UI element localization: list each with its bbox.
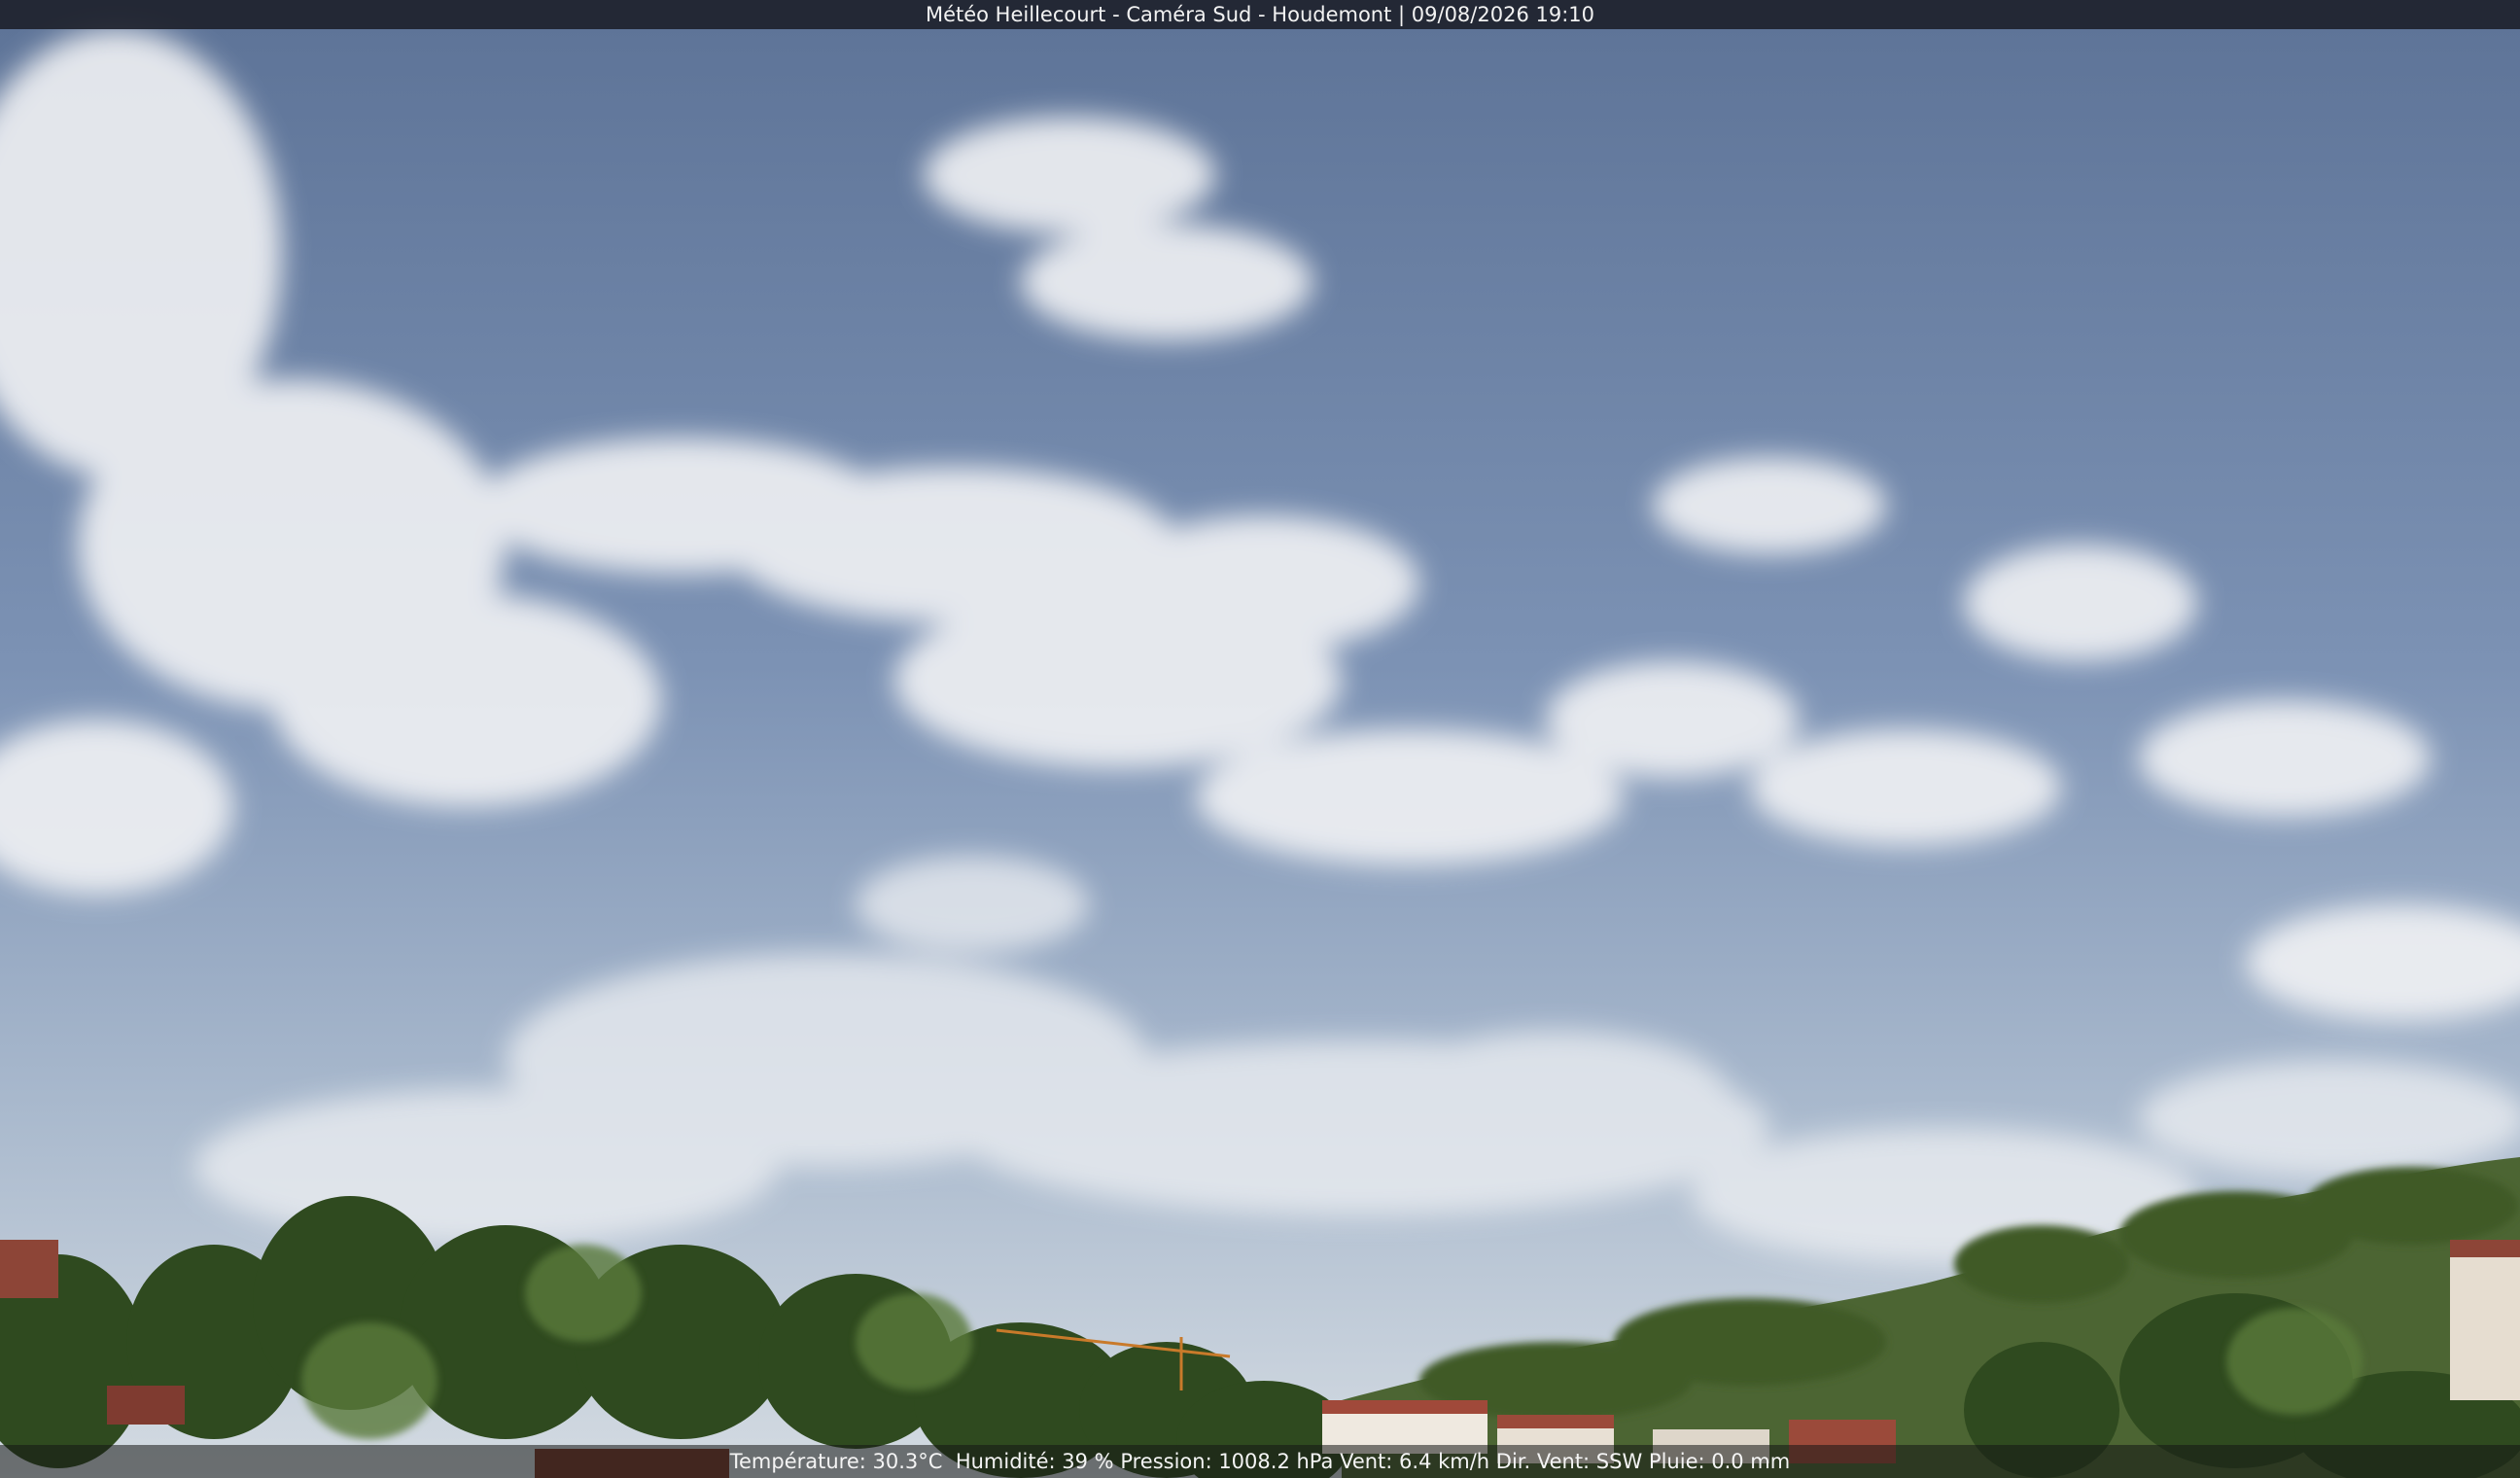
- camera-title: Météo Heillecourt - Caméra Sud - Houdemo…: [925, 3, 1595, 26]
- webcam-frame: Météo Heillecourt - Caméra Sud - Houdemo…: [0, 0, 2520, 1478]
- wind-speed-reading: Vent: 6.4 km/h: [1340, 1450, 1490, 1473]
- weather-data-bar: Température: 30.3°C Humidité: 39 % Press…: [0, 1445, 2520, 1478]
- camera-title-bar: Météo Heillecourt - Caméra Sud - Houdemo…: [0, 0, 2520, 29]
- temperature-reading: Température: 30.3°C: [729, 1450, 943, 1473]
- sky-landscape-photo: [0, 0, 2520, 1478]
- rain-reading: Pluie: 0.0 mm: [1648, 1450, 1791, 1473]
- pressure-reading: Pression: 1008.2 hPa: [1120, 1450, 1334, 1473]
- humidity-reading: Humidité: 39 %: [955, 1450, 1114, 1473]
- wind-direction-reading: Dir. Vent: SSW: [1495, 1450, 1643, 1473]
